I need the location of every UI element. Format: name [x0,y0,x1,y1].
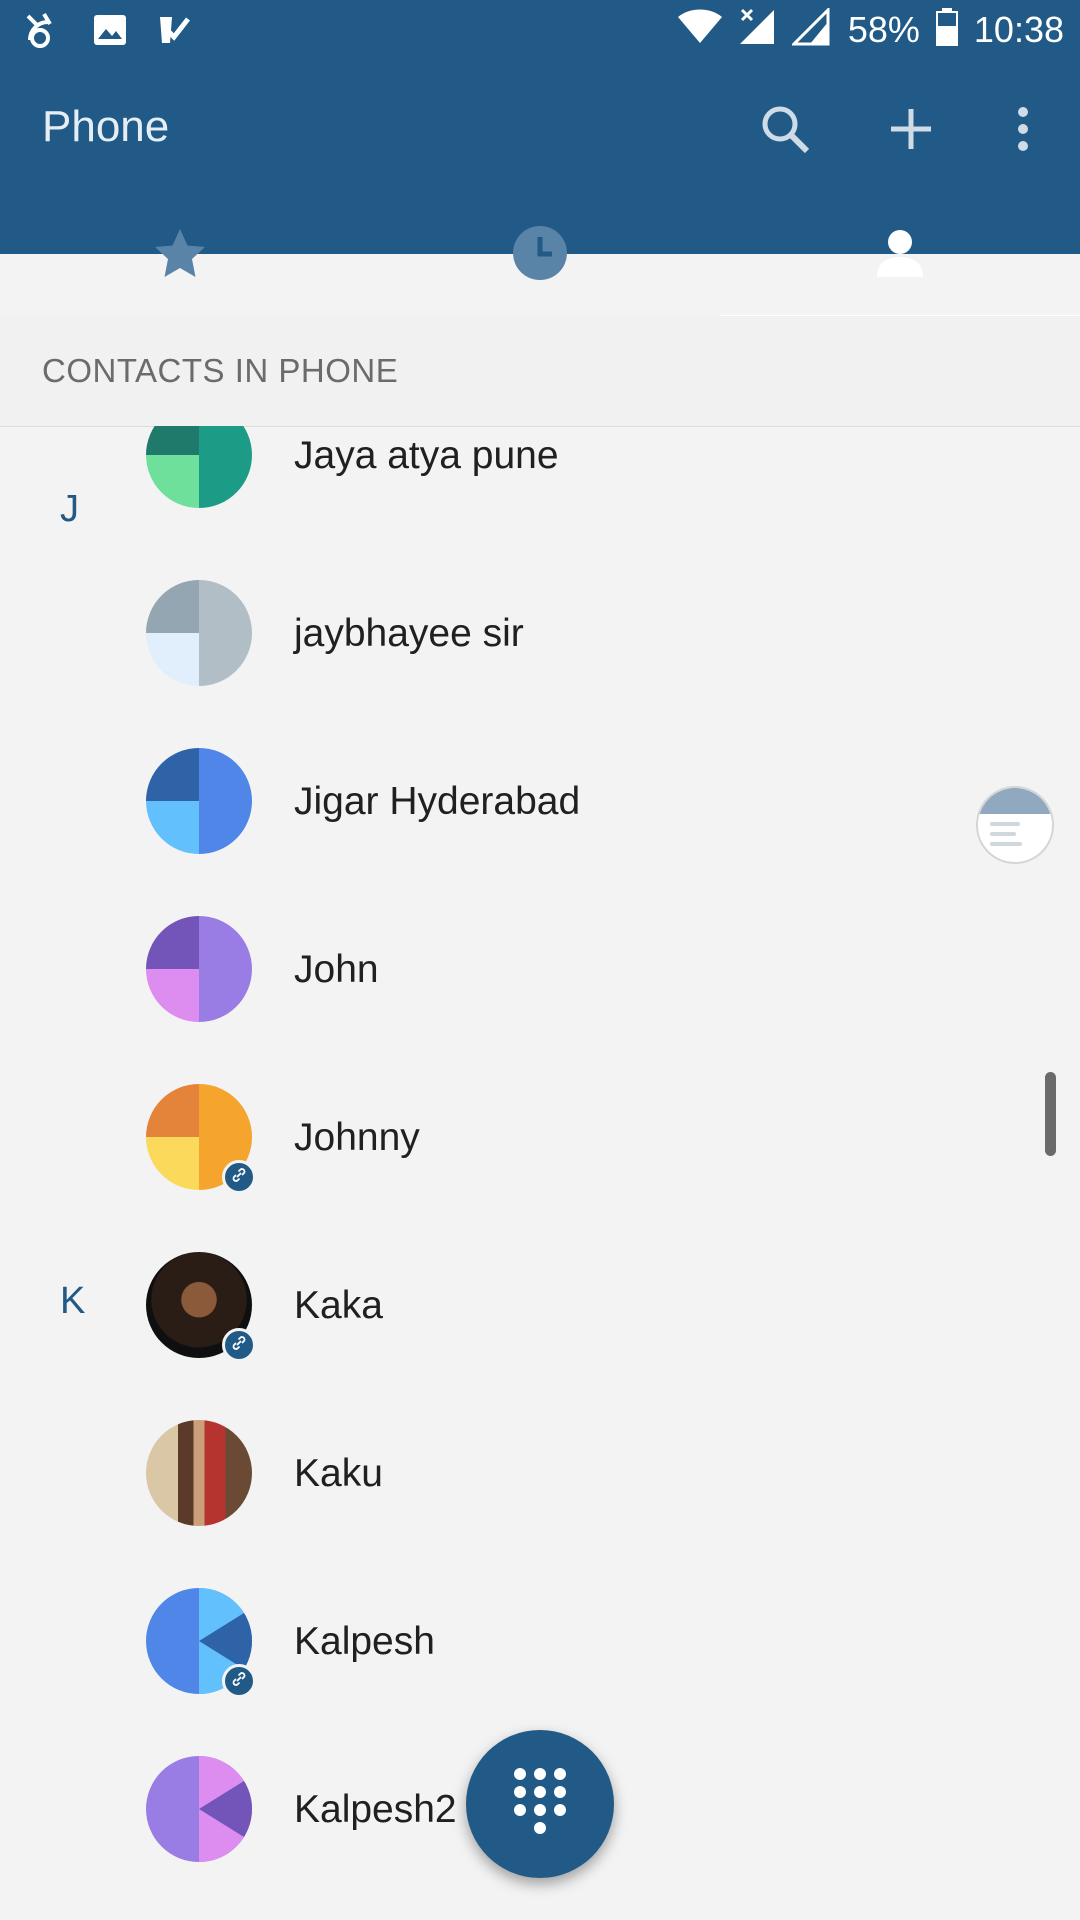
contact-avatar [146,426,252,508]
linked-contact-badge [222,1160,256,1194]
contact-name: Kaka [294,1284,383,1327]
contact-photo [146,1420,252,1526]
dialpad-icon [511,1766,569,1843]
contact-avatar [146,1756,252,1862]
dialpad-button[interactable] [466,1730,614,1878]
more-options-button[interactable] [988,96,1058,166]
clock-time: 10:38 [973,8,1064,50]
tab-recents[interactable] [360,196,720,314]
tab-favorites[interactable] [0,196,360,314]
linked-contact-badge [222,1328,256,1362]
contact-name: Kaku [294,1452,383,1495]
list-item[interactable]: K Kaka [0,1218,1080,1386]
contact-name: Kalpesh [294,1620,435,1663]
list-item[interactable]: John [0,882,1080,1050]
contact-list[interactable]: Jaya atya pune J jaybhayee sir Jigar Hyd… [0,426,1080,1920]
contact-name: John [294,948,379,991]
tab-contacts[interactable] [720,196,1080,320]
link-icon [231,1167,247,1188]
search-button[interactable] [750,96,820,166]
star-icon [153,227,207,284]
contact-avatar [146,580,252,686]
section-letter: J [60,488,79,530]
contact-name: Jaya atya pune [294,434,559,477]
list-item[interactable]: Jigar Hyderabad [0,714,1080,882]
task-notification-icon [158,13,192,52]
status-bar: 58% 10:38 [0,0,1080,66]
signal-no-sim-icon [738,8,776,51]
contact-name: Johnny [294,1116,420,1159]
list-item[interactable]: Kalpesh [0,1554,1080,1722]
contact-name: Jigar Hyderabad [294,780,581,823]
person-icon [877,229,923,282]
list-item[interactable]: Kaku [0,1386,1080,1554]
clock-icon [512,225,568,286]
section-letter: K [60,1280,86,1322]
link-icon [231,1335,247,1356]
more-vert-icon [1016,106,1030,156]
add-contact-button[interactable] [876,96,946,166]
wifi-icon [677,9,722,50]
search-icon [759,103,811,160]
uc-browser-notification-icon [24,10,62,55]
app-bar: Phone [0,66,1080,320]
list-item[interactable]: Jaya atya pune [0,426,1080,540]
section-header-label: CONTACTS IN PHONE [42,352,399,389]
tab-bar [0,196,1080,320]
contact-name: Kalpesh2 [294,1788,457,1831]
battery-percent: 58% [847,8,920,50]
contact-avatar [146,748,252,854]
contact-name: jaybhayee sir [294,612,524,655]
fast-scroll-thumb[interactable] [1045,1072,1056,1156]
section-header: CONTACTS IN PHONE [0,316,1080,427]
contact-avatar [146,916,252,1022]
list-item[interactable]: Johnny [0,1050,1080,1218]
add-icon [889,107,933,156]
signal-roaming-icon [790,6,832,51]
gallery-notification-icon [92,13,128,52]
floating-preview-bubble[interactable] [976,786,1054,864]
battery-icon [935,8,958,51]
link-icon [231,1671,247,1692]
linked-contact-badge [222,1664,256,1698]
app-title: Phone [42,102,170,151]
list-item[interactable]: jaybhayee sir [0,546,1080,714]
